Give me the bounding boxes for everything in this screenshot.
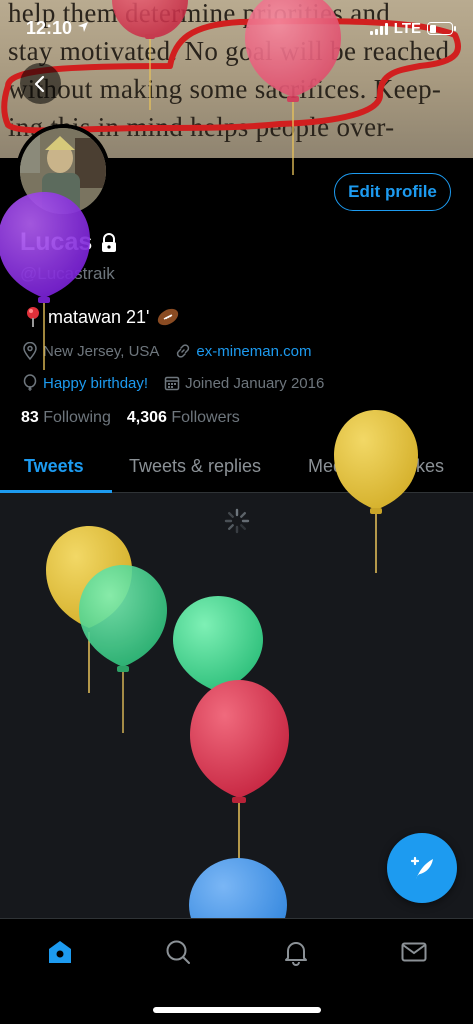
profile-meta-row-1: New Jersey, USA ex-mineman.com <box>22 342 327 360</box>
tab-likes[interactable]: Likes <box>402 456 444 477</box>
back-button[interactable] <box>20 63 61 104</box>
messages-icon <box>401 942 427 962</box>
chevron-left-icon <box>34 75 44 92</box>
followers-link[interactable]: 4,306 Followers <box>127 409 240 427</box>
location-text: New Jersey, USA <box>43 342 160 360</box>
birthday-item: Happy birthday! <box>22 374 148 392</box>
status-indicators: LTE <box>369 20 456 37</box>
tab-tweets[interactable]: Tweets <box>24 456 84 477</box>
balloon-icon <box>23 374 37 391</box>
status-bar: 12:10 LTE <box>0 0 473 58</box>
lock-icon <box>102 232 117 252</box>
link-icon <box>177 344 190 358</box>
website-item[interactable]: ex-mineman.com <box>175 343 311 360</box>
location-item: New Jersey, USA <box>22 342 159 360</box>
profile-handle: @Lucastraik <box>20 264 115 283</box>
home-indicator <box>153 1007 321 1013</box>
network-label: LTE <box>393 20 421 37</box>
search-icon <box>166 940 190 964</box>
profile-name: Lucas <box>20 228 93 256</box>
tab-tweets-replies[interactable]: Tweets & replies <box>129 456 261 477</box>
bio-text: matawan 21' <box>48 306 150 327</box>
calendar-icon <box>164 376 180 391</box>
following-label: Following <box>43 409 111 426</box>
profile-meta-row-2: Happy birthday! Joined January 2016 <box>22 374 340 392</box>
nav-home[interactable] <box>45 937 75 967</box>
signal-icon <box>369 22 388 35</box>
status-time: 12:10 <box>26 18 89 39</box>
profile-tabs: Tweets Tweets & replies Media Likes <box>0 442 473 493</box>
follow-counts: 83 Following 4,306 Followers <box>21 409 240 427</box>
profile-bio: matawan 21' <box>24 306 180 328</box>
loading-spinner-icon <box>224 508 250 534</box>
profile-name-row: Lucas <box>20 228 118 257</box>
round-pushpin-emoji-icon <box>27 307 39 327</box>
nav-search[interactable] <box>163 937 193 967</box>
joined-item: Joined January 2016 <box>164 375 324 392</box>
compose-tweet-icon <box>410 856 433 879</box>
avatar[interactable] <box>16 124 110 218</box>
website-link[interactable]: ex-mineman.com <box>196 343 311 360</box>
home-icon <box>49 941 71 963</box>
followers-label: Followers <box>171 409 240 426</box>
following-count: 83 <box>21 409 39 426</box>
tab-media[interactable]: Media <box>308 456 357 477</box>
nav-messages[interactable] <box>399 937 429 967</box>
avatar-image <box>20 128 106 214</box>
nav-notifications[interactable] <box>281 937 311 967</box>
birthday-text: Happy birthday! <box>43 374 149 392</box>
compose-tweet-button[interactable] <box>387 833 457 903</box>
location-pin-icon <box>23 342 37 360</box>
football-emoji-icon <box>157 308 178 326</box>
joined-text: Joined January 2016 <box>185 374 325 392</box>
followers-count: 4,306 <box>126 409 167 426</box>
location-arrow-icon <box>78 22 89 32</box>
notifications-icon <box>285 942 307 966</box>
following-link[interactable]: 83 Following <box>21 409 111 427</box>
edit-profile-button[interactable]: Edit profile <box>334 173 451 211</box>
battery-icon <box>427 22 456 35</box>
